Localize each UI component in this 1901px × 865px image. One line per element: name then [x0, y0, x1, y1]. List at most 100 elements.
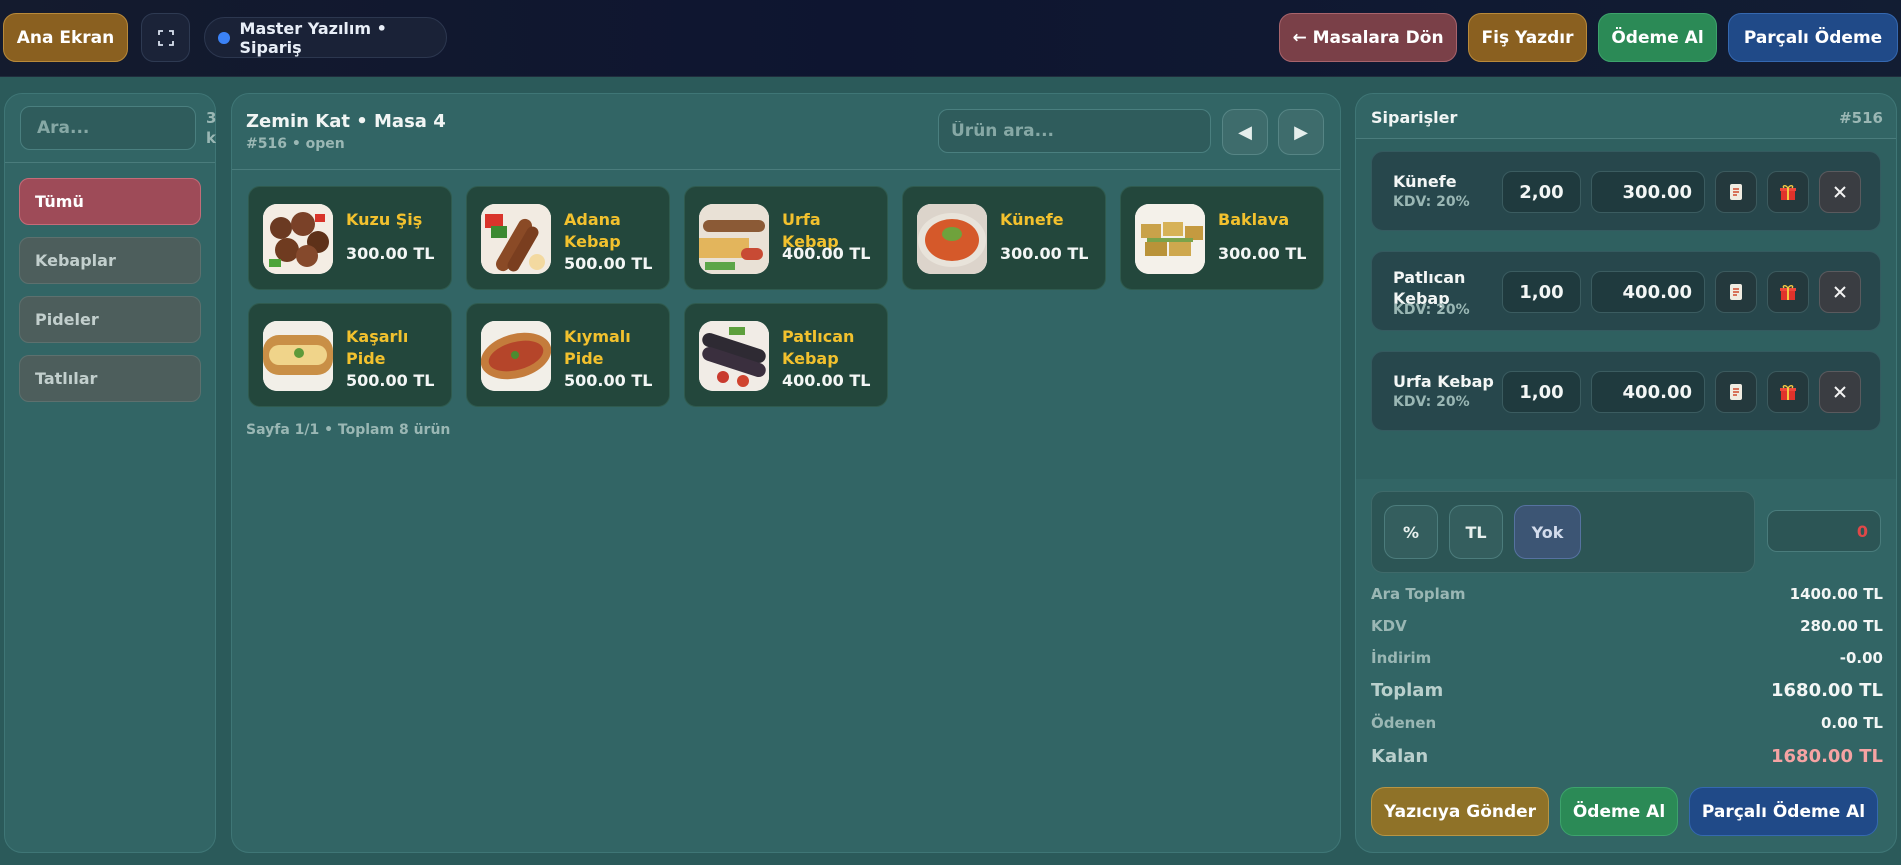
- category-item-kebaplar[interactable]: Kebaplar: [19, 237, 201, 284]
- fullscreen-button[interactable]: [141, 13, 190, 62]
- total-label: Toplam: [1371, 680, 1444, 701]
- quantity-field[interactable]: 2,00: [1502, 171, 1581, 213]
- price-field[interactable]: 400.00: [1591, 271, 1705, 313]
- total-value: 1680.00 TL: [1771, 680, 1883, 701]
- pagination-info: Sayfa 1/1 • Toplam 8 ürün: [246, 422, 451, 438]
- orders-title: Siparişler: [1371, 108, 1458, 127]
- tax-label: KDV: [1371, 617, 1407, 635]
- home-button[interactable]: Ana Ekran: [3, 13, 128, 62]
- product-card-baklava[interactable]: Baklava 300.00 TL: [1120, 186, 1324, 290]
- fullscreen-icon: [157, 29, 174, 46]
- next-page-button[interactable]: ▶: [1278, 109, 1324, 155]
- product-price: 500.00 TL: [346, 371, 435, 390]
- back-to-tables-button[interactable]: ← Masalara Dön: [1279, 13, 1457, 62]
- product-name: Kuzu Şiş: [346, 210, 423, 229]
- product-price: 400.00 TL: [782, 371, 871, 390]
- discount-tl-button[interactable]: TL: [1449, 505, 1503, 559]
- discount-label: İndirim: [1371, 649, 1432, 667]
- close-icon: [1834, 386, 1846, 398]
- product-name: Patlıcan Kebap: [782, 327, 855, 368]
- note-icon: [1730, 384, 1742, 400]
- product-card-kuzu-sis[interactable]: Kuzu Şiş 300.00 TL: [248, 186, 452, 290]
- product-search-input[interactable]: [938, 109, 1211, 153]
- remove-item-button[interactable]: [1819, 371, 1861, 413]
- quantity-field[interactable]: 1,00: [1502, 271, 1581, 313]
- paid-value: 0.00 TL: [1820, 714, 1883, 732]
- order-item-name: Künefe: [1393, 172, 1457, 191]
- order-number: #516: [1839, 109, 1883, 127]
- remove-item-button[interactable]: [1819, 271, 1861, 313]
- discount-value-field[interactable]: 0: [1767, 510, 1881, 552]
- product-price: 400.00 TL: [782, 244, 871, 263]
- take-payment-bottom-button[interactable]: Ödeme Al: [1560, 787, 1678, 836]
- quantity-field[interactable]: 1,00: [1502, 371, 1581, 413]
- gift-button[interactable]: [1767, 171, 1809, 213]
- note-button[interactable]: [1715, 171, 1757, 213]
- print-receipt-button[interactable]: Fiş Yazdır: [1468, 13, 1587, 62]
- remaining-value: 1680.00 TL: [1771, 746, 1883, 767]
- product-card-kiymali-pide[interactable]: Kıymalı Pide 500.00 TL: [466, 303, 670, 407]
- paid-label: Ödenen: [1371, 714, 1437, 732]
- product-name: Adana Kebap: [564, 210, 621, 251]
- discount-value: -0.00: [1839, 649, 1883, 667]
- product-card-kunefe[interactable]: Künefe 300.00 TL: [902, 186, 1106, 290]
- price-field[interactable]: 300.00: [1591, 171, 1705, 213]
- kunefe-icon: [917, 204, 987, 274]
- order-item-tax: KDV: 20%: [1393, 194, 1470, 210]
- gift-button[interactable]: [1767, 371, 1809, 413]
- close-icon: [1834, 186, 1846, 198]
- gift-button[interactable]: [1767, 271, 1809, 313]
- order-item-tax: KDV: 20%: [1393, 302, 1470, 318]
- product-price: 300.00 TL: [1000, 244, 1089, 263]
- baklava-icon: [1135, 204, 1205, 274]
- total-row: Toplam 1680.00 TL: [1371, 680, 1883, 701]
- price-field[interactable]: 400.00: [1591, 371, 1705, 413]
- brand-badge: Master Yazılım • Sipariş: [204, 17, 447, 58]
- table-title: Zemin Kat • Masa 4: [246, 111, 446, 132]
- note-icon: [1730, 184, 1742, 200]
- gift-icon: [1780, 285, 1796, 300]
- note-button[interactable]: [1715, 271, 1757, 313]
- patlican-kebab-icon: [699, 321, 769, 391]
- order-row: Urfa Kebap KDV: 20% 1,00 400.00: [1371, 351, 1881, 431]
- category-count: 3 k: [206, 109, 216, 147]
- note-icon: [1730, 284, 1742, 300]
- category-panel: 3 k Tümü Kebaplar Pideler Tatlılar: [4, 93, 216, 853]
- category-item-tatlilar[interactable]: Tatlılar: [19, 355, 201, 402]
- subtotal-value: 1400.00 TL: [1789, 585, 1883, 603]
- product-price: 500.00 TL: [564, 371, 653, 390]
- prev-page-button[interactable]: ◀: [1222, 109, 1268, 155]
- category-search-input[interactable]: [20, 106, 196, 150]
- discount-percent-button[interactable]: %: [1384, 505, 1438, 559]
- subtotal-label: Ara Toplam: [1371, 585, 1466, 603]
- product-panel: Zemin Kat • Masa 4 #516 • open ◀ ▶ Kuzu …: [231, 93, 1341, 853]
- gift-icon: [1780, 185, 1796, 200]
- category-item-pideler[interactable]: Pideler: [19, 296, 201, 343]
- pide-icon: [263, 321, 333, 391]
- note-button[interactable]: [1715, 371, 1757, 413]
- tax-value: 280.00 TL: [1800, 617, 1883, 635]
- remaining-label: Kalan: [1371, 746, 1429, 767]
- urfa-kebab-icon: [699, 204, 769, 274]
- split-payment-bottom-button[interactable]: Parçalı Ödeme Al: [1689, 787, 1878, 836]
- discount-selector: % TL Yok: [1371, 491, 1755, 573]
- product-card-urfa-kebap[interactable]: Urfa Kebap 400.00 TL: [684, 186, 888, 290]
- product-card-adana-kebap[interactable]: Adana Kebap 500.00 TL: [466, 186, 670, 290]
- product-name: Baklava: [1218, 210, 1290, 229]
- divider: [232, 169, 1340, 170]
- category-item-tumu[interactable]: Tümü: [19, 178, 201, 225]
- product-price: 300.00 TL: [346, 244, 435, 263]
- split-payment-button[interactable]: Parçalı Ödeme: [1728, 13, 1898, 62]
- product-card-kasarli-pide[interactable]: Kaşarlı Pide 500.00 TL: [248, 303, 452, 407]
- discount-none-button[interactable]: Yok: [1514, 505, 1581, 559]
- take-payment-button[interactable]: Ödeme Al: [1598, 13, 1717, 62]
- close-icon: [1834, 286, 1846, 298]
- chevron-right-icon: ▶: [1294, 121, 1308, 143]
- top-bar: Ana Ekran Master Yazılım • Sipariş ← Mas…: [0, 0, 1901, 77]
- remove-item-button[interactable]: [1819, 171, 1861, 213]
- send-to-printer-button[interactable]: Yazıcıya Gönder: [1371, 787, 1549, 836]
- product-card-patlican-kebap[interactable]: Patlıcan Kebap 400.00 TL: [684, 303, 888, 407]
- adana-kebab-icon: [481, 204, 551, 274]
- product-name: Künefe: [1000, 210, 1064, 229]
- kebab-skewer-icon: [263, 204, 333, 274]
